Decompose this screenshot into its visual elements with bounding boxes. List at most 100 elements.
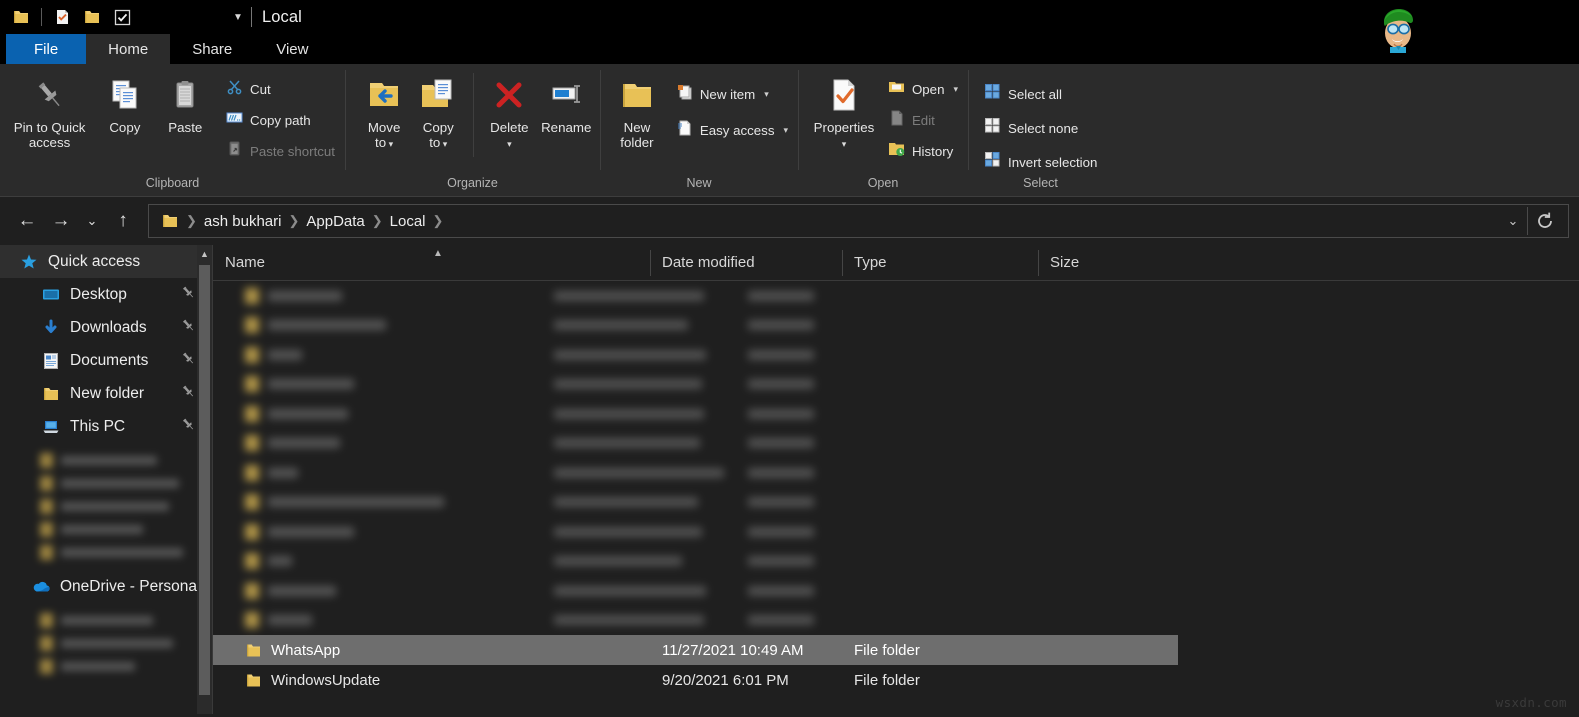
ribbon-group-open-title: Open [867, 176, 899, 190]
table-row[interactable] [213, 311, 1579, 341]
rename-button[interactable]: Rename [536, 69, 596, 135]
address-dropdown-button[interactable]: ⌄ [1499, 204, 1527, 238]
pin-to-quick-access-button[interactable]: Pin to Quick access [4, 69, 95, 150]
new-item-label: New item [699, 86, 756, 102]
watermark: wsxdn.com [1495, 695, 1567, 710]
table-row[interactable] [213, 606, 1579, 636]
sidebar-item-downloads[interactable]: Downloads [0, 311, 212, 344]
table-row[interactable] [213, 281, 1579, 311]
new-item-chevron-down-icon[interactable]: ▾ [764, 89, 769, 100]
pin-icon[interactable] [181, 417, 196, 437]
qat-properties-icon[interactable] [47, 3, 77, 31]
properties-label: Properties ▾ [813, 120, 875, 149]
address-bar-actions: ⌄ [1499, 204, 1562, 238]
sidebar-item-desktop[interactable]: Desktop [0, 278, 212, 311]
qat-properties-folder-icon[interactable] [6, 3, 36, 31]
sidebar-item-this-pc[interactable]: This PC [0, 410, 212, 443]
move-to-label: Move to ▾ [367, 120, 401, 150]
refresh-button[interactable] [1528, 204, 1562, 238]
breadcrumb-item-0[interactable]: ash bukhari [198, 211, 288, 232]
pin-icon[interactable] [181, 318, 196, 338]
paste-shortcut-button[interactable]: Paste shortcut [222, 138, 341, 164]
qat-customize-checkbox-icon[interactable] [107, 3, 137, 31]
qat-new-folder-icon[interactable] [77, 3, 107, 31]
folder-icon [245, 642, 262, 659]
table-row[interactable] [213, 458, 1579, 488]
open-button[interactable]: Open ▾ [884, 76, 964, 102]
easy-access-chevron-down-icon[interactable]: ▾ [783, 125, 788, 136]
table-row[interactable] [213, 517, 1579, 547]
breadcrumb-item-2[interactable]: Local [384, 211, 432, 232]
new-item-button[interactable]: New item ▾ [672, 81, 794, 107]
column-headers: Name ▲ Date modified Type Size [213, 245, 1579, 281]
table-row[interactable] [213, 399, 1579, 429]
quick-access-toolbar [6, 3, 137, 31]
qat-customize-chevron-icon[interactable]: ▼ [227, 4, 249, 30]
paste-button[interactable]: Paste [155, 69, 216, 135]
delete-button[interactable]: Delete ▾ [482, 69, 536, 152]
invert-selection-button[interactable]: Invert selection [980, 149, 1103, 175]
file-list: Name ▲ Date modified Type Size WhatsApp … [213, 245, 1579, 714]
forward-button[interactable]: → [44, 204, 78, 238]
pin-icon[interactable] [181, 384, 196, 404]
table-row[interactable]: WindowsUpdate 9/20/2021 6:01 PM File fol… [213, 665, 1579, 695]
pin-icon[interactable] [181, 351, 196, 371]
easy-access-button[interactable]: Easy access ▾ [672, 117, 794, 143]
sidebar-item-quick-access[interactable]: Quick access [0, 245, 212, 278]
sidebar-scrollbar[interactable]: ▲ [197, 245, 212, 714]
table-row[interactable] [213, 547, 1579, 577]
up-button[interactable]: ↑ [106, 204, 140, 238]
open-chevron-down-icon[interactable]: ▾ [953, 84, 958, 95]
properties-button[interactable]: Properties ▾ [808, 69, 880, 152]
properties-icon [825, 75, 863, 115]
column-header-type-label: Type [854, 254, 887, 271]
table-row[interactable]: WhatsApp 11/27/2021 10:49 AM File folder [213, 635, 1178, 665]
select-none-button[interactable]: Select none [980, 115, 1103, 141]
table-row[interactable] [213, 429, 1579, 459]
breadcrumb-separator[interactable]: ❯ [287, 213, 300, 229]
sidebar-item-new-folder[interactable]: New folder [0, 377, 212, 410]
back-button[interactable]: ← [10, 204, 44, 238]
open-folder-icon [888, 78, 905, 100]
select-all-button[interactable]: Select all [980, 81, 1103, 107]
address-input[interactable]: ❯ ash bukhari ❯ AppData ❯ Local ❯ ⌄ [148, 204, 1569, 238]
column-header-date-modified[interactable]: Date modified [650, 245, 842, 281]
copy-path-button[interactable]: Copy path [222, 107, 341, 133]
breadcrumb-separator[interactable]: ❯ [185, 213, 198, 229]
new-folder-button[interactable]: New folder [610, 69, 664, 150]
table-row[interactable] [213, 340, 1579, 370]
copy-to-button[interactable]: Copy to ▾ [411, 69, 465, 152]
column-header-size[interactable]: Size [1038, 245, 1165, 281]
scroll-up-icon[interactable]: ▲ [197, 245, 212, 262]
breadcrumb-separator[interactable]: ❯ [432, 213, 445, 229]
file-type-cell: File folder [854, 641, 920, 659]
breadcrumb-item-1[interactable]: AppData [300, 211, 370, 232]
move-to-button[interactable]: Move to ▾ [357, 69, 411, 152]
rename-icon [547, 75, 585, 115]
column-header-type[interactable]: Type [842, 245, 1038, 281]
history-button[interactable]: History [884, 138, 964, 164]
table-row[interactable] [213, 488, 1579, 518]
tab-file[interactable]: File [6, 34, 87, 64]
select-none-icon [984, 117, 1001, 139]
table-row[interactable] [213, 370, 1579, 400]
file-name-cell: WindowsUpdate [213, 672, 650, 689]
edit-button[interactable]: Edit [884, 107, 964, 133]
new-folder-label: New folder [620, 120, 654, 150]
sidebar-item-onedrive[interactable]: OneDrive - Persona [0, 570, 212, 603]
tab-home[interactable]: Home [86, 34, 171, 64]
scrollbar-thumb[interactable] [199, 265, 210, 695]
breadcrumb-separator[interactable]: ❯ [371, 213, 384, 229]
copy-button[interactable]: Copy [95, 69, 154, 135]
paste-shortcut-icon [226, 140, 243, 162]
easy-access-icon [676, 119, 693, 141]
sidebar-item-documents[interactable]: Documents [0, 344, 212, 377]
file-rows: WhatsApp 11/27/2021 10:49 AM File folder… [213, 281, 1579, 695]
recent-locations-button[interactable]: ⌄ [78, 204, 106, 238]
cut-button[interactable]: Cut [222, 76, 341, 102]
column-header-name[interactable]: Name ▲ [213, 245, 650, 281]
tab-share[interactable]: Share [170, 34, 254, 64]
pin-icon[interactable] [181, 285, 196, 305]
table-row[interactable] [213, 576, 1579, 606]
tab-view[interactable]: View [254, 34, 330, 64]
